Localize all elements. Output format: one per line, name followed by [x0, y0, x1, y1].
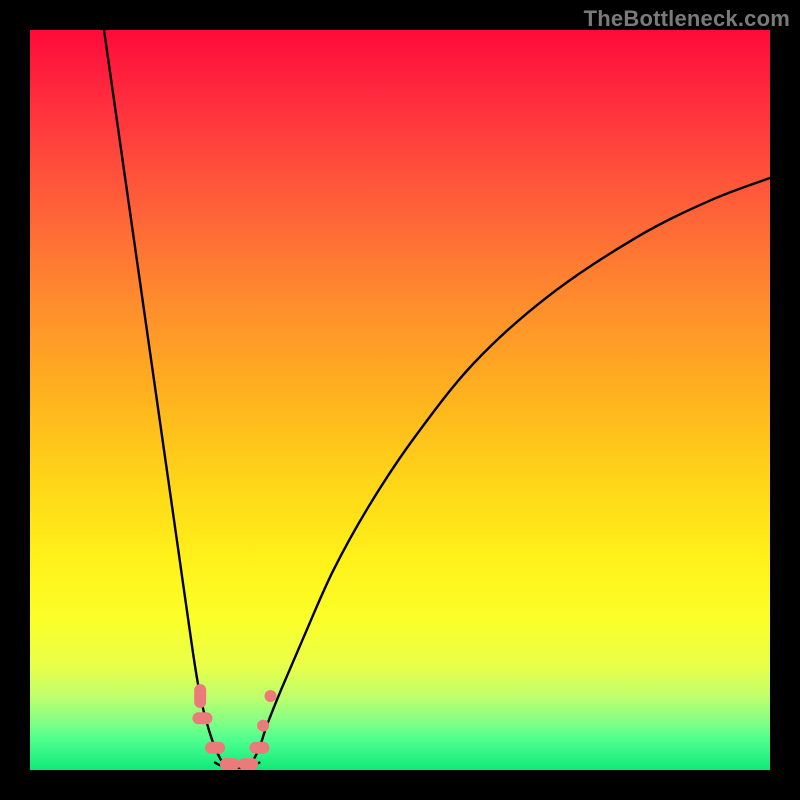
marker-pill — [192, 712, 212, 724]
marker-v-cap — [194, 684, 206, 708]
marker-pill — [220, 758, 240, 770]
watermark-label: TheBottleneck.com — [584, 6, 790, 32]
marker-pill — [249, 742, 269, 754]
marker-pill — [205, 742, 225, 754]
chart-stage: TheBottleneck.com — [0, 0, 800, 800]
curve-markers — [192, 684, 276, 770]
series-right-branch — [252, 178, 770, 763]
marker-dot — [265, 690, 277, 702]
series-left-branch — [104, 30, 222, 763]
marker-pill — [238, 758, 258, 770]
chart-plot-area — [30, 30, 770, 770]
chart-svg — [30, 30, 770, 770]
marker-dot — [257, 720, 269, 732]
curve-lines — [104, 30, 770, 768]
